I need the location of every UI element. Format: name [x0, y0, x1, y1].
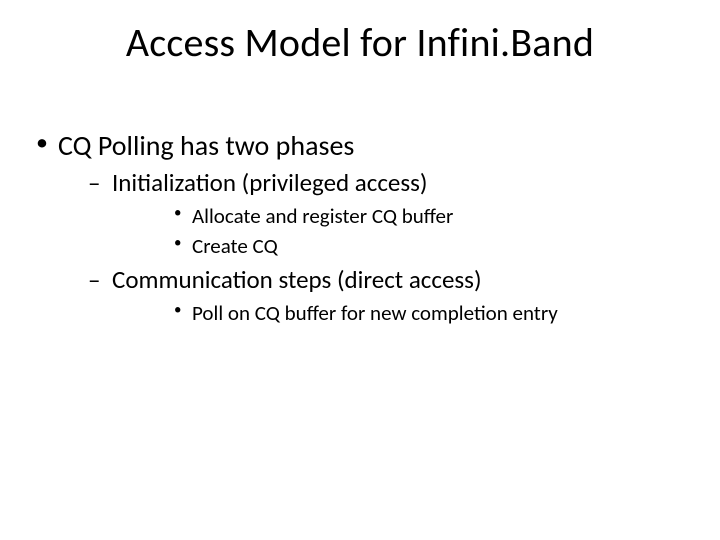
bullet-list-level3: Poll on CQ buffer for new completion ent… — [112, 299, 690, 327]
bullet-list-level3: Allocate and register CQ buffer Create C… — [112, 202, 690, 261]
bullet-l3: Create CQ — [112, 232, 690, 260]
bullet-list-level2: Initialization (privileged access) Alloc… — [58, 167, 690, 327]
slide: Access Model for Infini.Band CQ Polling … — [0, 0, 720, 540]
bullet-l2-text: Communication steps (direct access) — [112, 264, 482, 295]
bullet-l2-text: Initialization (privileged access) — [112, 167, 428, 198]
slide-body: CQ Polling has two phases Initialization… — [30, 128, 690, 333]
bullet-list-level1: CQ Polling has two phases Initialization… — [30, 128, 690, 327]
bullet-l3: Poll on CQ buffer for new completion ent… — [112, 299, 690, 327]
bullet-l3-text: Create CQ — [192, 233, 278, 259]
bullet-l3: Allocate and register CQ buffer — [112, 202, 690, 230]
bullet-l2: Communication steps (direct access) Poll… — [58, 264, 690, 327]
bullet-l3-text: Poll on CQ buffer for new completion ent… — [192, 300, 558, 326]
bullet-l1: CQ Polling has two phases Initialization… — [30, 128, 690, 327]
bullet-l1-text: CQ Polling has two phases — [58, 128, 354, 163]
bullet-l3-text: Allocate and register CQ buffer — [192, 203, 453, 229]
slide-title: Access Model for Infini.Band — [0, 18, 720, 67]
bullet-l2: Initialization (privileged access) Alloc… — [58, 167, 690, 260]
